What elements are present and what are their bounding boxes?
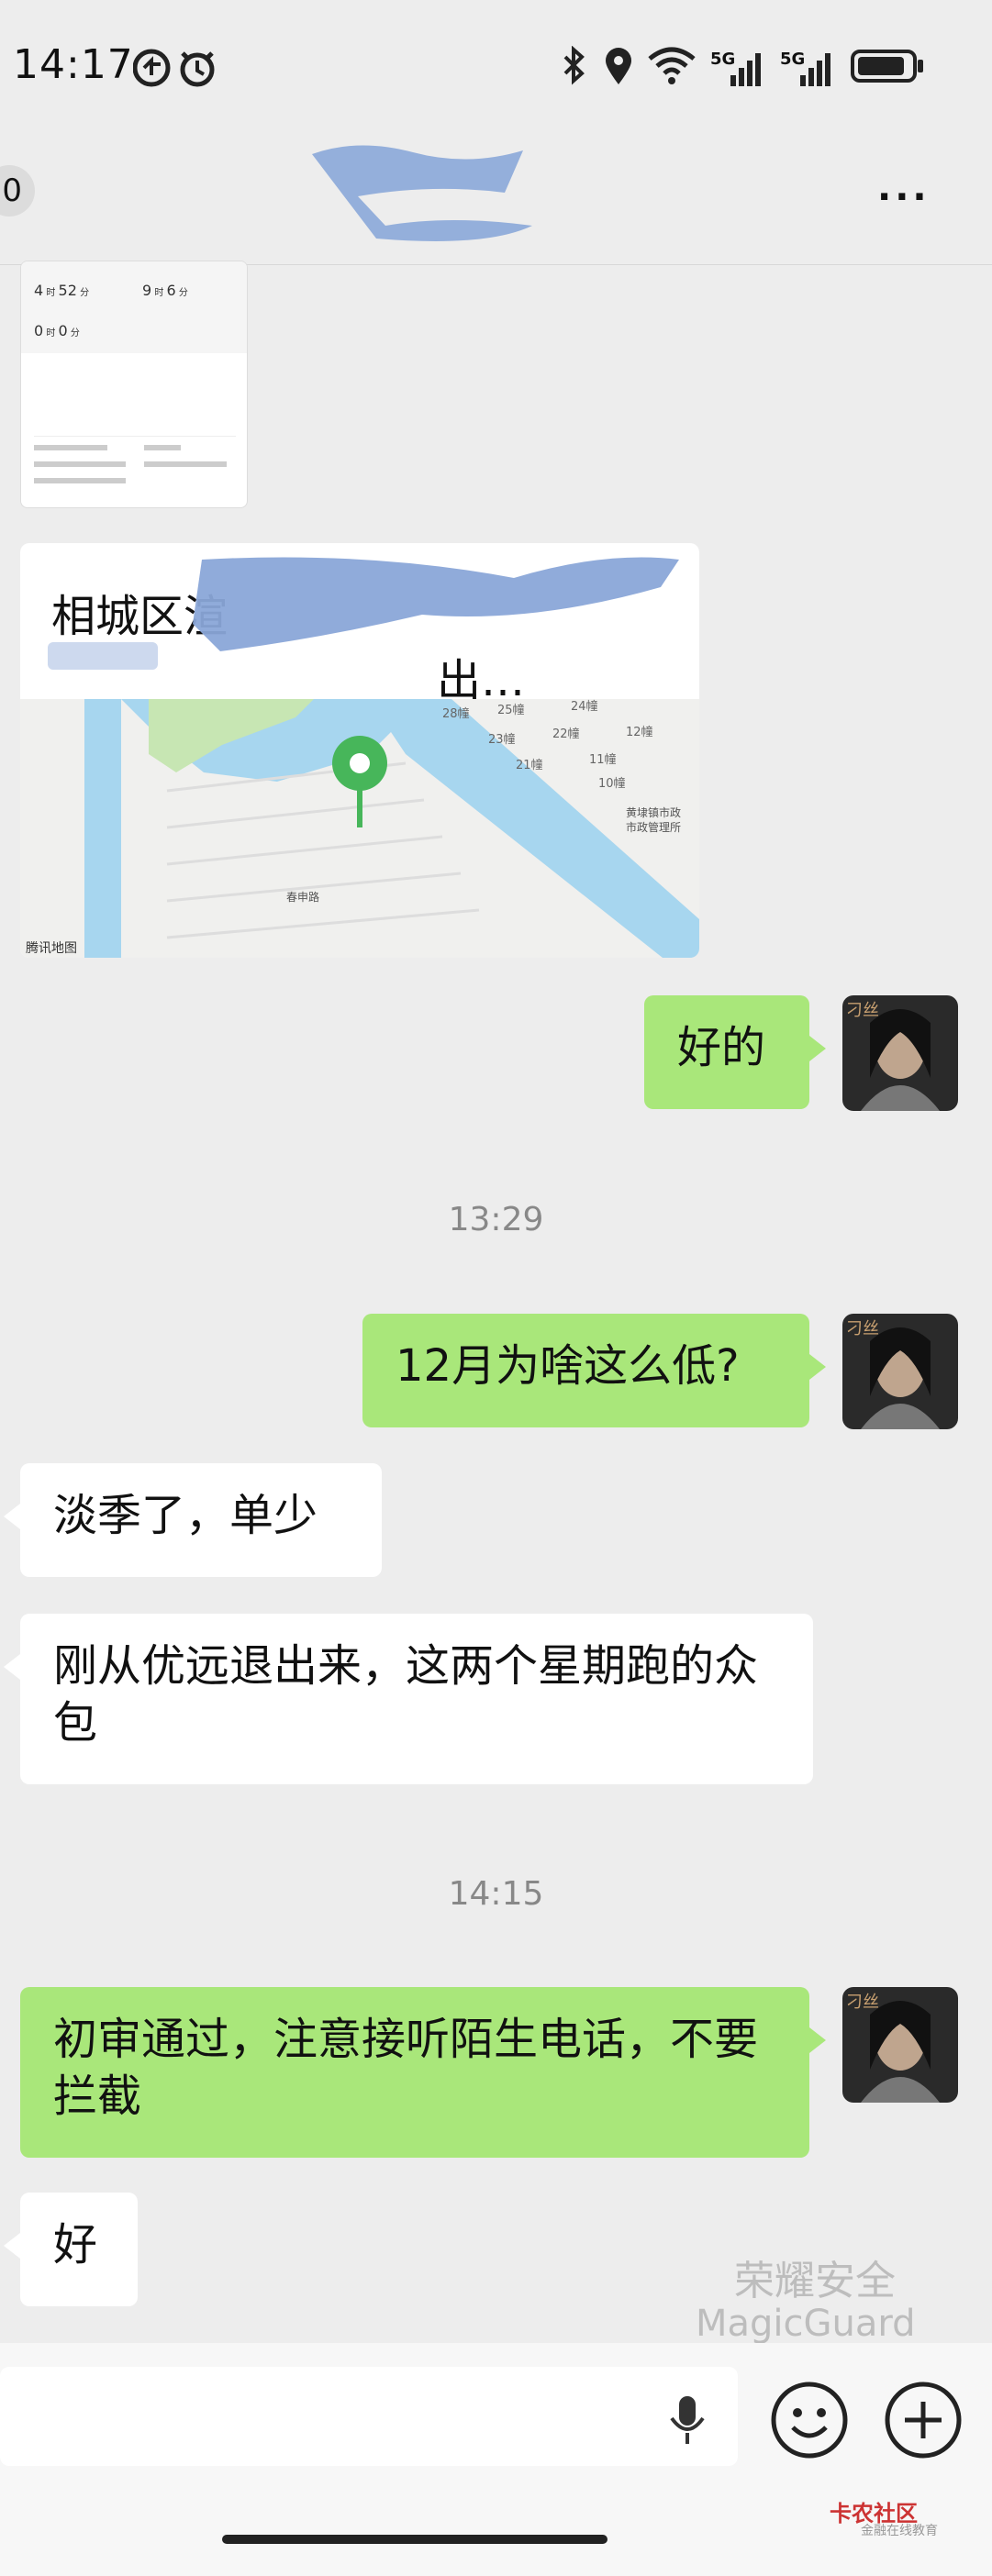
location-status-icon — [606, 48, 631, 84]
svg-text:22幢: 22幢 — [552, 727, 580, 741]
map-preview: 28幢 25幢 24幢 23幢 22幢 12幢 11幢 21幢 10幢 黄埭镇市… — [20, 699, 699, 958]
wifi-icon — [648, 47, 696, 84]
message-bubble-self[interactable]: 初审通过，注意接听陌生电话，不要拦截 — [20, 1987, 826, 2158]
svg-text:25幢: 25幢 — [497, 703, 525, 717]
svg-text:10幢: 10幢 — [598, 776, 626, 791]
timestamp: 13:29 — [448, 1201, 544, 1238]
shared-screenshot-image[interactable]: 4 时 52 分 9 时 6 分 0 时 0 分 — [20, 261, 248, 508]
signal-icon-1 — [730, 53, 761, 86]
svg-text:市政管理所: 市政管理所 — [626, 820, 681, 834]
svg-text:28幢: 28幢 — [442, 706, 470, 721]
avatar-self[interactable]: 刁丝 — [842, 1314, 958, 1429]
message-input[interactable] — [0, 2367, 738, 2466]
message-bubble-self[interactable]: 12月为啥这么低? — [362, 1314, 826, 1427]
mic-icon[interactable] — [666, 2393, 708, 2448]
svg-text:春申路: 春申路 — [286, 890, 319, 904]
svg-text:黄埭镇市政: 黄埭镇市政 — [626, 805, 681, 819]
timestamp: 14:15 — [448, 1875, 544, 1913]
svg-text:腾讯地图: 腾讯地图 — [26, 940, 77, 956]
location-subtitle-redacted — [48, 642, 158, 670]
redacted-contact-name — [312, 145, 532, 241]
more-options-button[interactable]: ··· — [877, 176, 931, 218]
watermark-text: MagicGuard — [696, 2303, 916, 2345]
svg-text:21幢: 21幢 — [516, 758, 543, 772]
battery-icon — [851, 50, 923, 83]
svg-text:23幢: 23幢 — [488, 732, 516, 747]
message-bubble-other[interactable]: 淡季了，单少 — [4, 1463, 382, 1577]
bluetooth-icon — [563, 46, 585, 85]
message-bubble-other[interactable]: 刚从优远退出来，这两个星期跑的众包 — [4, 1614, 813, 1784]
svg-text:11幢: 11幢 — [589, 752, 617, 767]
avatar-self[interactable]: 刁丝 — [842, 1987, 958, 2103]
message-bubble-other[interactable]: 好 — [4, 2193, 138, 2306]
status-time: 14:17 — [13, 41, 134, 88]
avatar-self[interactable]: 刁丝 — [842, 995, 958, 1111]
home-indicator[interactable] — [222, 2535, 607, 2544]
watermark-text: 荣耀安全 — [734, 2258, 896, 2304]
corner-logo-subtext: 金融在线教育 — [861, 2524, 938, 2538]
svg-text:24幢: 24幢 — [571, 699, 598, 714]
plus-icon[interactable] — [883, 2380, 964, 2460]
signal-icon-2 — [800, 53, 830, 86]
status-notification-icons — [133, 49, 215, 87]
svg-text:12幢: 12幢 — [626, 725, 653, 739]
redacted-location-overlay — [193, 557, 679, 651]
message-bubble-self[interactable]: 好的 — [644, 995, 826, 1109]
emoji-icon[interactable] — [769, 2380, 850, 2460]
